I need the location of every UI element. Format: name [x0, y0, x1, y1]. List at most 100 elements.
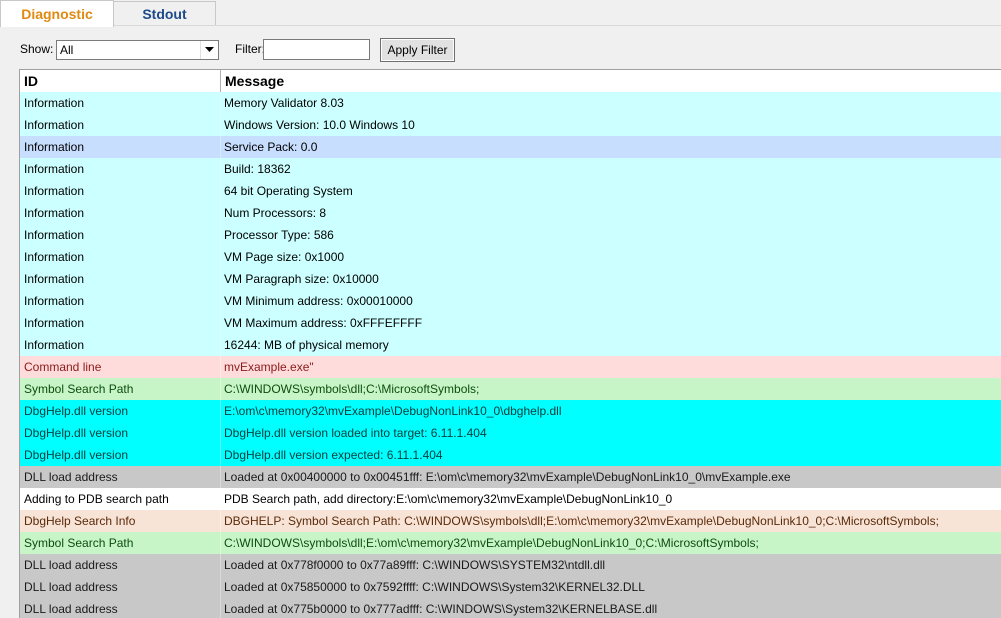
table-row[interactable]: Symbol Search Path C:\WINDOWS\symbols\dll… [20, 378, 1001, 400]
cell-divider [220, 114, 221, 136]
cell-divider [220, 466, 221, 488]
table-row[interactable]: Information Windows Version: 10.0 Windows… [20, 114, 1001, 136]
column-header-message[interactable]: Message [225, 73, 284, 89]
tab-diagnostic[interactable]: Diagnostic [0, 0, 114, 27]
show-dropdown-value: All [60, 43, 74, 57]
table-row[interactable]: DbgHelp.dll version DbgHelp.dll version e… [20, 444, 1001, 466]
cell-divider [220, 180, 221, 202]
show-dropdown[interactable]: All [56, 40, 219, 60]
table-row[interactable]: DLL load address Loaded at 0x778f0000 to … [20, 554, 1001, 576]
row-message-cell: E:\om\c\memory32\mvExample\DebugNonLink1… [224, 404, 562, 418]
tab-stdout-label: Stdout [142, 6, 187, 22]
cell-divider [220, 400, 221, 422]
table-row[interactable]: Adding to PDB search path PDB Search path… [20, 488, 1001, 510]
row-message-cell: VM Minimum address: 0x00010000 [224, 294, 413, 308]
row-id-cell: DbgHelp Search Info [24, 514, 136, 528]
row-message-cell: Memory Validator 8.03 [224, 96, 344, 110]
cell-divider [220, 136, 221, 158]
table-row[interactable]: DLL load address Loaded at 0x775b0000 to … [20, 598, 1001, 618]
tab-divider [0, 25, 1001, 26]
row-message-cell: Loaded at 0x775b0000 to 0x777adfff: C:\W… [224, 602, 658, 616]
table-row[interactable]: Information Service Pack: 0.0 [20, 136, 1001, 158]
cell-divider [220, 312, 221, 334]
row-id-cell: Information [24, 96, 85, 110]
table-row[interactable]: Information Num Processors: 8 [20, 202, 1001, 224]
column-divider[interactable] [220, 70, 221, 92]
table-row[interactable]: DbgHelp.dll version DbgHelp.dll version l… [20, 422, 1001, 444]
cell-divider [220, 510, 221, 532]
table-row[interactable]: DLL load address Loaded at 0x75850000 to … [20, 576, 1001, 598]
filter-input[interactable] [263, 39, 370, 60]
row-message-cell: VM Maximum address: 0xFFFEFFFF [224, 316, 423, 330]
cell-divider [220, 444, 221, 466]
row-message-cell: Num Processors: 8 [224, 206, 327, 220]
row-id-cell: DbgHelp.dll version [24, 448, 129, 462]
row-message-cell: DbgHelp.dll version expected: 6.11.1.404 [224, 448, 443, 462]
row-id-cell: DLL load address [24, 470, 118, 484]
cell-divider [220, 554, 221, 576]
row-message-cell: mvExample.exe" [224, 360, 314, 374]
table-row[interactable]: Information Processor Type: 586 [20, 224, 1001, 246]
row-message-cell: Build: 18362 [224, 162, 291, 176]
cell-divider [220, 422, 221, 444]
table-row[interactable]: Information VM Paragraph size: 0x10000 [20, 268, 1001, 290]
row-message-cell: VM Page size: 0x1000 [224, 250, 345, 264]
tab-stdout[interactable]: Stdout [114, 1, 216, 26]
table-row[interactable]: Information VM Page size: 0x1000 [20, 246, 1001, 268]
row-id-cell: Adding to PDB search path [24, 492, 169, 506]
cell-divider [220, 268, 221, 290]
row-message-cell: DBGHELP: Symbol Search Path: C:\WINDOWS\… [224, 514, 939, 528]
table-row[interactable]: Information VM Minimum address: 0x0001000… [20, 290, 1001, 312]
row-message-cell: Loaded at 0x00400000 to 0x00451fff: E:\o… [224, 470, 791, 484]
row-id-cell: Information [24, 162, 85, 176]
apply-filter-button[interactable]: Apply Filter [380, 38, 455, 62]
row-message-cell: Windows Version: 10.0 Windows 10 [224, 118, 415, 132]
chevron-down-icon[interactable] [200, 41, 218, 59]
table-row[interactable]: Information VM Maximum address: 0xFFFEFFF… [20, 312, 1001, 334]
row-message-cell: C:\WINDOWS\symbols\dll;E:\om\c\memory32\… [224, 536, 759, 550]
cell-divider [220, 246, 221, 268]
table-row[interactable]: DbgHelp.dll version E:\om\c\memory32\mvEx… [20, 400, 1001, 422]
table-row[interactable]: Information 64 bit Operating System [20, 180, 1001, 202]
table-row[interactable]: Symbol Search Path C:\WINDOWS\symbols\dll… [20, 532, 1001, 554]
show-label: Show: [20, 42, 54, 56]
grid-header: ID Message [20, 70, 1001, 93]
row-id-cell: Information [24, 206, 85, 220]
diagnostic-grid[interactable]: ID Message Information Memory Validator 8… [19, 69, 1001, 618]
row-id-cell: Information [24, 272, 85, 286]
tab-diagnostic-label: Diagnostic [21, 6, 93, 22]
cell-divider [220, 334, 221, 356]
table-row[interactable]: DLL load address Loaded at 0x00400000 to … [20, 466, 1001, 488]
cell-divider [220, 224, 221, 246]
cell-divider [220, 202, 221, 224]
table-row[interactable]: Information Build: 18362 [20, 158, 1001, 180]
row-id-cell: Information [24, 316, 85, 330]
table-row[interactable]: DbgHelp Search Info DBGHELP: Symbol Searc… [20, 510, 1001, 532]
row-id-cell: DLL load address [24, 580, 118, 594]
cell-divider [220, 290, 221, 312]
row-message-cell: 16244: MB of physical memory [224, 338, 389, 352]
row-id-cell: DbgHelp.dll version [24, 426, 129, 440]
row-id-cell: Symbol Search Path [24, 536, 134, 550]
row-id-cell: Information [24, 250, 85, 264]
row-id-cell: Command line [24, 360, 102, 374]
row-message-cell: Loaded at 0x75850000 to 0x7592ffff: C:\W… [224, 580, 645, 594]
cell-divider [220, 378, 221, 400]
column-header-id[interactable]: ID [24, 73, 38, 89]
cell-divider [220, 158, 221, 180]
cell-divider [220, 532, 221, 554]
table-row[interactable]: Information Memory Validator 8.03 [20, 92, 1001, 114]
row-id-cell: DLL load address [24, 602, 118, 616]
table-row[interactable]: Command line mvExample.exe" [20, 356, 1001, 378]
row-id-cell: Information [24, 140, 85, 154]
row-id-cell: Information [24, 294, 85, 308]
row-id-cell: Information [24, 338, 85, 352]
row-message-cell: C:\WINDOWS\symbols\dll;C:\MicrosoftSymbo… [224, 382, 480, 396]
row-id-cell: Information [24, 118, 85, 132]
row-id-cell: Symbol Search Path [24, 382, 134, 396]
table-row[interactable]: Information 16244: MB of physical memory [20, 334, 1001, 356]
cell-divider [220, 92, 221, 114]
filter-label: Filter: [235, 42, 265, 56]
row-message-cell: Service Pack: 0.0 [224, 140, 318, 154]
cell-divider [220, 488, 221, 510]
